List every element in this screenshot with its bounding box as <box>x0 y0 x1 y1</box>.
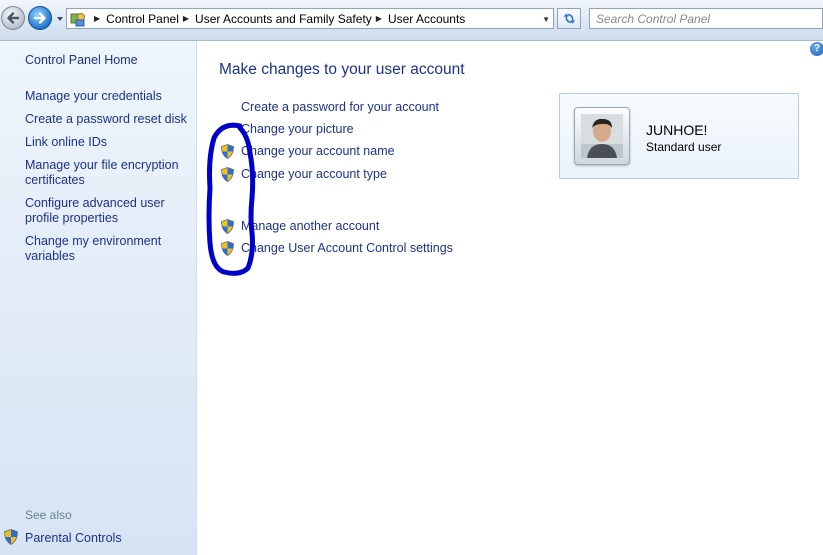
annotation-circle <box>206 122 256 276</box>
avatar[interactable] <box>574 107 630 165</box>
sidebar-link-profile-properties[interactable]: Configure advanced user profile properti… <box>25 196 190 226</box>
page-title: Make changes to your user account <box>219 61 465 78</box>
left-task-pane: Control Panel Home Manage your credentia… <box>0 41 197 555</box>
task-change-account-type[interactable]: Change your account type <box>241 167 387 181</box>
back-button[interactable] <box>1 6 25 30</box>
user-account-card: JUNHOE! Standard user <box>559 93 799 179</box>
breadcrumb-user-accounts-family-safety[interactable]: User Accounts and Family Safety <box>195 12 372 26</box>
back-arrow-icon <box>7 12 20 24</box>
sidebar-link-manage-credentials[interactable]: Manage your credentials <box>25 89 190 104</box>
sidebar-link-online-ids[interactable]: Link online IDs <box>25 135 190 150</box>
breadcrumb[interactable]: ▶ Control Panel ▶ User Accounts and Fami… <box>66 8 554 29</box>
control-panel-home-link[interactable]: Control Panel Home <box>25 53 190 68</box>
user-photo-icon <box>581 114 623 158</box>
address-dropdown-icon[interactable]: ▼ <box>542 15 550 24</box>
breadcrumb-separator[interactable]: ▶ <box>183 14 189 23</box>
uac-shield-icon <box>4 529 18 545</box>
task-create-password[interactable]: Create a password for your account <box>241 100 439 114</box>
user-account-type: Standard user <box>646 140 722 154</box>
forward-button[interactable] <box>28 6 52 30</box>
recent-pages-dropdown-icon[interactable] <box>56 15 64 23</box>
search-input[interactable]: Search Control Panel <box>589 8 823 29</box>
refresh-button[interactable] <box>557 8 581 29</box>
address-bar: ▶ Control Panel ▶ User Accounts and Fami… <box>0 0 823 41</box>
user-name: JUNHOE! <box>646 122 708 138</box>
sidebar-link-encryption-certificates[interactable]: Manage your file encryption certificates <box>25 158 190 188</box>
sidebar-link-parental-controls[interactable]: Parental Controls <box>25 531 190 546</box>
help-icon[interactable]: ? <box>810 42 823 56</box>
forward-arrow-icon <box>33 12 46 24</box>
breadcrumb-separator[interactable]: ▶ <box>94 14 100 23</box>
sidebar-link-environment-variables[interactable]: Change my environment variables <box>25 234 190 264</box>
breadcrumb-control-panel[interactable]: Control Panel <box>106 12 179 26</box>
refresh-icon <box>563 13 575 24</box>
breadcrumb-separator[interactable]: ▶ <box>376 14 382 23</box>
task-change-account-name[interactable]: Change your account name <box>241 144 395 158</box>
control-panel-icon <box>70 12 85 26</box>
search-placeholder: Search Control Panel <box>596 11 711 26</box>
see-also-heading: See also <box>25 508 72 522</box>
sidebar-link-password-reset-disk[interactable]: Create a password reset disk <box>25 112 190 127</box>
breadcrumb-user-accounts[interactable]: User Accounts <box>388 12 465 26</box>
task-change-uac-settings[interactable]: Change User Account Control settings <box>241 241 453 255</box>
